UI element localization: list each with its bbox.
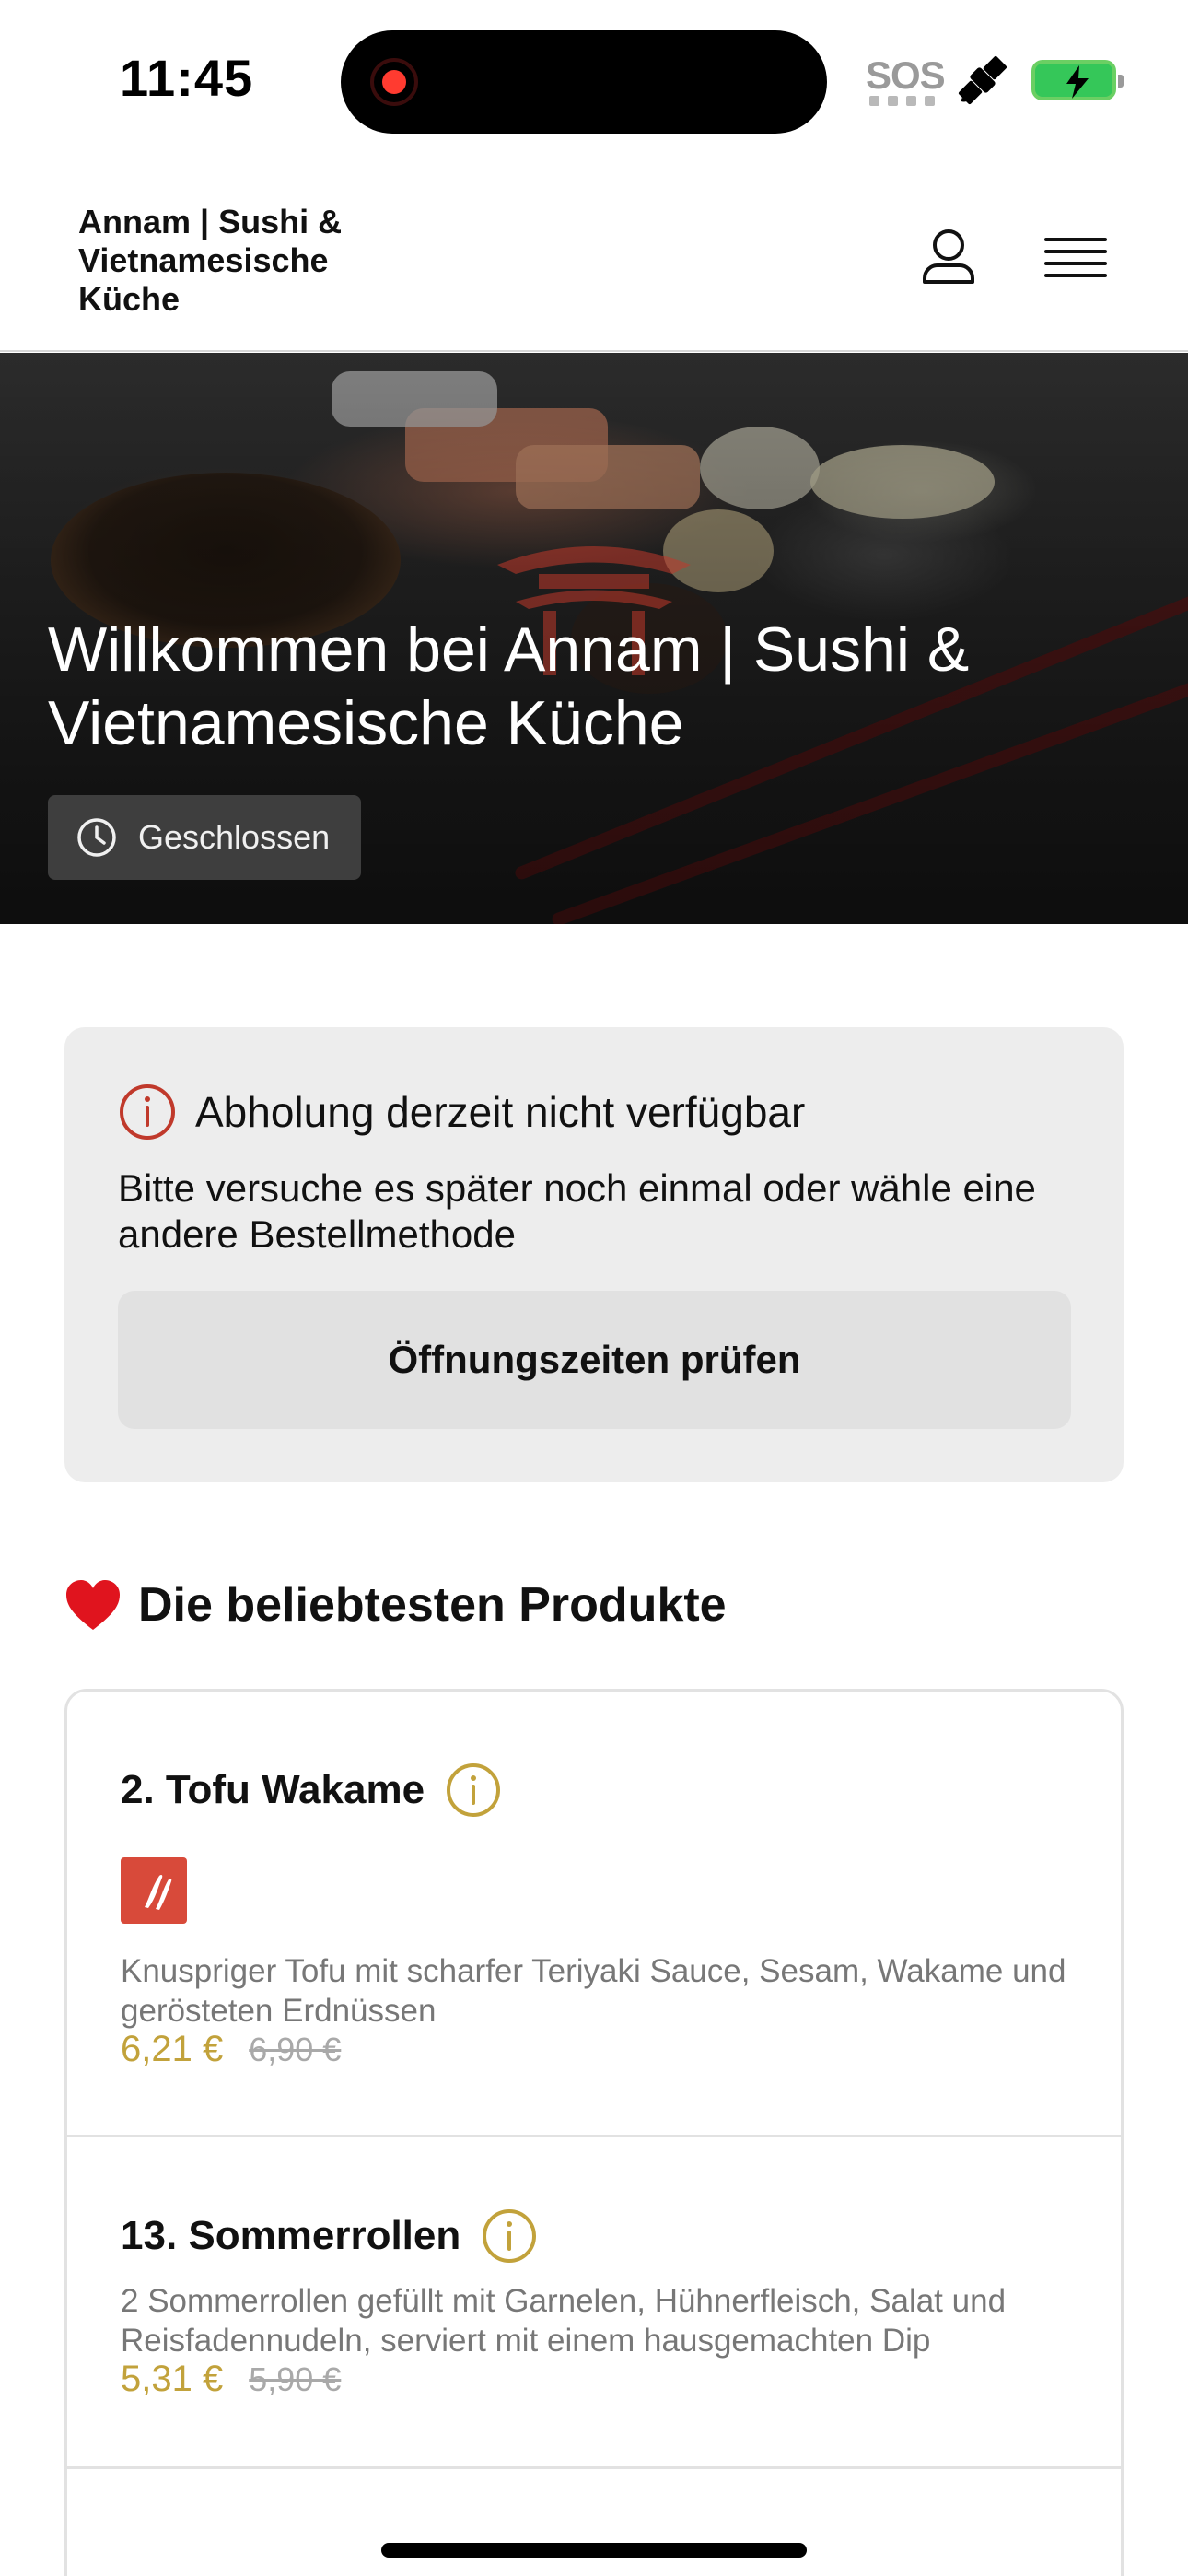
product-name-row: 13. Sommerrollen [121, 2207, 538, 2265]
product-old-price: 6,90 € [249, 2031, 342, 2068]
satellite-icon [958, 55, 1007, 105]
hero-banner: Willkommen bei Annam | Sushi & Vietnames… [0, 353, 1188, 924]
pickup-unavailable-notice: Abholung derzeit nicht verfügbar Bitte v… [64, 1027, 1124, 1482]
notice-message: Bitte versuche es später noch einmal ode… [118, 1166, 1036, 1256]
user-icon[interactable] [912, 221, 985, 295]
product-price: 6,21 € [121, 2029, 224, 2069]
dynamic-island [341, 30, 827, 134]
home-indicator[interactable] [381, 2543, 807, 2558]
hero-title: Willkommen bei Annam | Sushi & Vietnames… [48, 615, 970, 758]
info-icon[interactable] [481, 2207, 538, 2265]
battery-charging-icon [1031, 60, 1124, 100]
popular-products-heading: Die beliebtesten Produkte [64, 1577, 727, 1633]
product-name: 13. Sommerrollen [121, 2213, 461, 2258]
opening-status-label: Geschlossen [138, 818, 331, 856]
product-name: 2. Tofu Wakame [121, 1767, 425, 1812]
sos-label: SOS [866, 53, 946, 97]
brand-name[interactable]: Annam | Sushi & Vietnamesische Küche [78, 203, 391, 319]
status-bar: 11:45 SOS [0, 0, 1188, 157]
hamburger-menu-icon[interactable] [1039, 221, 1112, 295]
product-list: 2. Tofu Wakame Knuspriger Tofu mit schar… [64, 1689, 1124, 2576]
product-old-price: 5,90 € [249, 2360, 342, 2398]
product-price-row: 6,21 € 6,90 € [121, 2029, 341, 2070]
product-name-row: 2. Tofu Wakame [121, 1762, 502, 1819]
recording-indicator-icon [370, 58, 418, 106]
clock-icon [77, 818, 116, 857]
product-card[interactable]: 13. Sommerrollen 2 Sommerrollen gefüllt … [67, 2137, 1121, 2469]
product-description: Knuspriger Tofu mit scharfer Teriyaki Sa… [121, 1953, 1066, 2029]
app-page: 11:45 SOS Annam | Sushi & Vietnamesische… [0, 0, 1188, 2576]
product-card[interactable]: 2. Tofu Wakame Knuspriger Tofu mit schar… [67, 1692, 1121, 2137]
info-icon[interactable] [445, 1762, 502, 1819]
opening-status-badge[interactable]: Geschlossen [48, 795, 361, 880]
check-opening-hours-button[interactable]: Öffnungszeiten prüfen [118, 1291, 1071, 1429]
product-description: 2 Sommerrollen gefüllt mit Garnelen, Hüh… [121, 2283, 1007, 2359]
product-price: 5,31 € [121, 2359, 224, 2399]
info-icon [120, 1084, 175, 1140]
product-price-row: 5,31 € 5,90 € [121, 2359, 341, 2400]
section-title: Die beliebtesten Produkte [138, 1578, 727, 1632]
heart-icon [66, 1580, 120, 1630]
status-time: 11:45 [120, 49, 254, 107]
spicy-chili-icon [121, 1857, 187, 1924]
notice-title: Abholung derzeit nicht verfügbar [195, 1088, 806, 1136]
site-header: Annam | Sushi & Vietnamesische Küche [0, 175, 1188, 352]
signal-dots-icon [869, 96, 935, 106]
notice-header: Abholung derzeit nicht verfügbar [118, 1083, 805, 1142]
